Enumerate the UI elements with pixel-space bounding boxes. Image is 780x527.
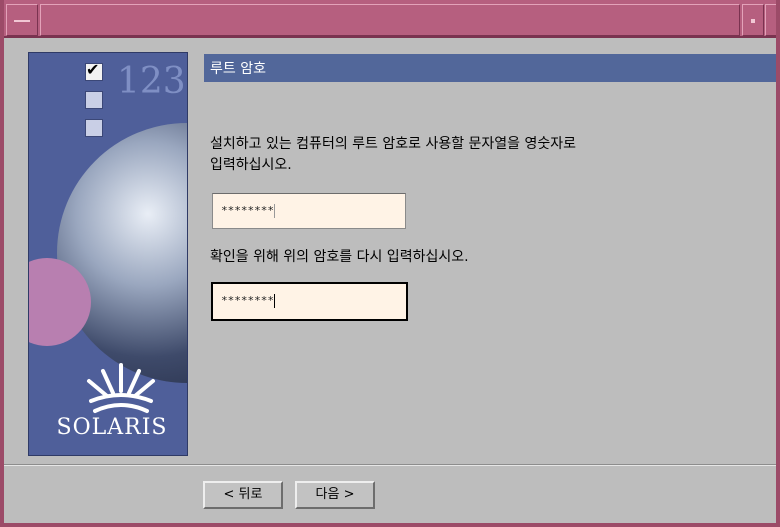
- confirm-password-value: ********: [221, 294, 274, 307]
- solaris-side-image: 123 SOLARIS: [28, 52, 188, 456]
- page-header: 루트 암호: [204, 54, 776, 82]
- text-cursor-icon: [273, 204, 275, 218]
- minimize-icon: [751, 19, 755, 23]
- password-instruction: 설치하고 있는 컴퓨터의 루트 암호로 사용할 문자열을 영숫자로 입력하십시오…: [210, 134, 576, 176]
- title-bar[interactable]: [4, 0, 776, 38]
- password-value: ********: [221, 204, 274, 217]
- step-checkbox-3: [85, 119, 103, 137]
- page-title: 루트 암호: [210, 61, 266, 77]
- step-checkbox-2: [85, 91, 103, 109]
- window-menu-button[interactable]: [6, 4, 38, 36]
- installer-window: 123 SOLARIS 루트 암호 설치하고 있는 컴퓨터의 루트 암호로 사용…: [0, 0, 780, 527]
- step-checkbox-1: [85, 60, 103, 81]
- solaris-logo-text: SOLARIS: [56, 415, 168, 440]
- menu-icon: [14, 20, 30, 22]
- password-field[interactable]: ********: [212, 193, 406, 229]
- back-button[interactable]: < 뒤로: [203, 481, 283, 509]
- next-button[interactable]: 다음 >: [295, 481, 375, 509]
- confirm-instruction: 확인을 위해 위의 암호를 다시 입력하십시오.: [210, 249, 469, 265]
- earth-globe-image: [57, 123, 187, 383]
- confirm-password-field[interactable]: ********: [211, 282, 408, 321]
- instruction-line-2: 입력하십시오.: [210, 157, 292, 173]
- logo-number: 123: [117, 61, 186, 102]
- title-area[interactable]: [40, 4, 740, 36]
- instruction-line-1: 설치하고 있는 컴퓨터의 루트 암호로 사용할 문자열을 영숫자로: [210, 136, 577, 152]
- text-cursor-icon: [273, 294, 275, 308]
- divider: [4, 464, 776, 466]
- minimize-button[interactable]: [742, 4, 764, 36]
- maximize-button[interactable]: [765, 4, 776, 36]
